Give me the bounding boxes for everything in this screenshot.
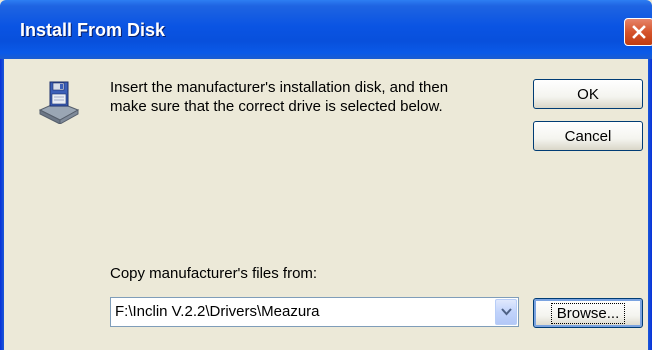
- instruction-line-1: Insert the manufacturer's installation d…: [110, 79, 449, 96]
- browse-button-label: Browse...: [550, 302, 626, 324]
- browse-button[interactable]: Browse...: [533, 298, 643, 328]
- close-button[interactable]: [624, 18, 652, 46]
- instruction-line-2: make sure that the correct drive is sele…: [110, 98, 443, 115]
- floppy-disk-drive-icon: [38, 81, 80, 124]
- copy-from-label: Copy manufacturer's files from:: [110, 265, 318, 282]
- instruction-message: Insert the manufacturer's installation d…: [110, 78, 510, 116]
- ok-button[interactable]: OK: [533, 79, 643, 109]
- window-right-border: [648, 59, 652, 350]
- cancel-button[interactable]: Cancel: [533, 121, 643, 151]
- close-icon: [632, 25, 646, 39]
- copy-from-path[interactable]: F:\Inclin V.2.2\Drivers\Meazura: [115, 303, 320, 320]
- title-bar[interactable]: Install From Disk: [0, 0, 652, 59]
- copy-from-combobox[interactable]: F:\Inclin V.2.2\Drivers\Meazura: [110, 297, 519, 327]
- window-title: Install From Disk: [20, 20, 166, 40]
- install-from-disk-dialog: Install From Disk Insert the manufacture…: [0, 0, 652, 350]
- chevron-down-icon: [501, 308, 512, 316]
- dropdown-button[interactable]: [495, 299, 517, 325]
- window-left-border: [0, 59, 4, 350]
